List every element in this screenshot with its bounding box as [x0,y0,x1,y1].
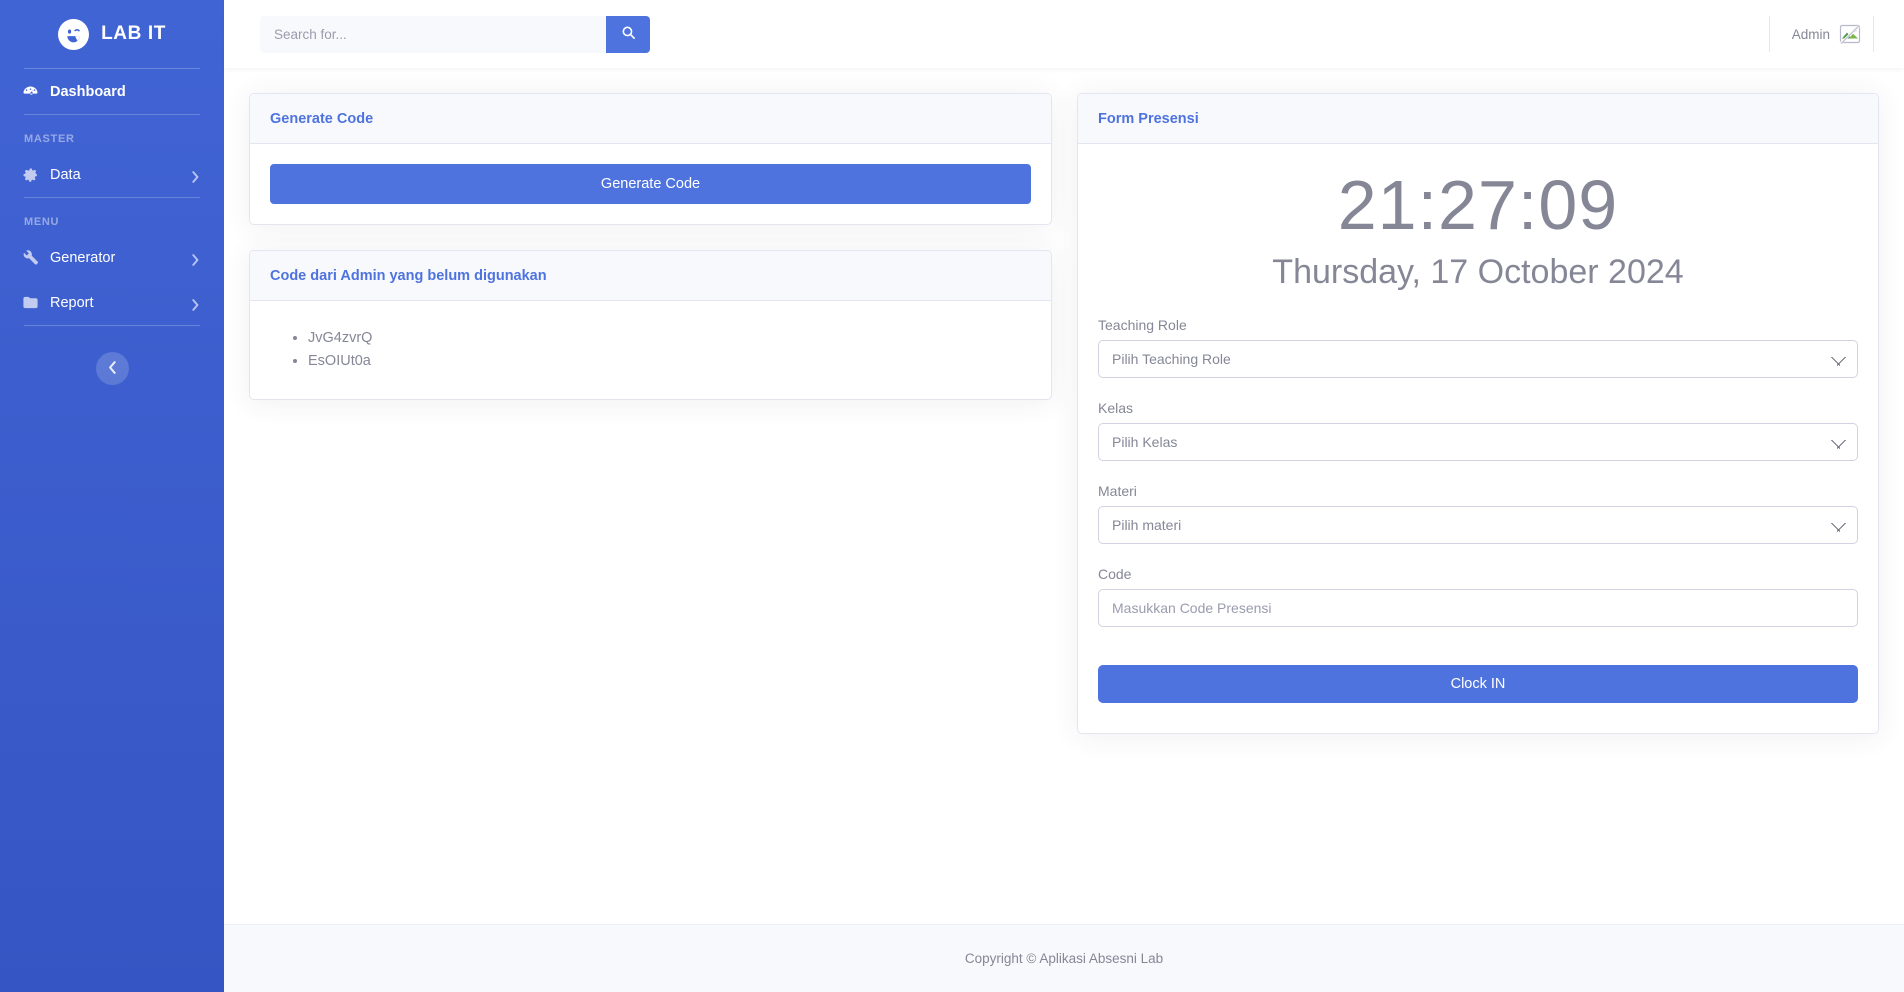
user-name: Admin [1791,26,1830,42]
card-header: Generate Code [250,94,1051,144]
sidebar-item-data[interactable]: Data [0,152,224,197]
chevron-right-icon [191,170,200,183]
search-input[interactable] [260,15,606,53]
teaching-role-label: Teaching Role [1098,316,1187,333]
unused-codes-card: Code dari Admin yang belum digunakan JvG… [249,250,1052,401]
card-header: Code dari Admin yang belum digunakan [250,251,1051,301]
clock-in-button[interactable]: Clock IN [1098,664,1858,703]
materi-group: Materi Pilih materi [1098,483,1858,544]
kelas-group: Kelas Pilih Kelas [1098,400,1858,461]
smiley-wink-icon [58,18,90,50]
copyright-text: Copyright © Aplikasi Absesni Lab [964,951,1164,966]
sidebar-item-label: Data [50,166,81,183]
gauge-icon [22,83,39,100]
search-icon [621,25,636,43]
sidebar-item-report[interactable]: Report [0,280,224,325]
sidebar-item-dashboard[interactable]: Dashboard [0,69,224,114]
search-button[interactable] [606,15,650,53]
sidebar-item-label: Report [50,294,94,311]
card-title: Form Presensi [1098,111,1199,127]
app-root: LAB IT Dashboard MASTER Data MENU Genera… [0,0,1904,992]
materi-select[interactable]: Pilih materi [1098,505,1858,544]
right-column: Form Presensi 21:27:09 Thursday, 17 Octo… [1077,93,1879,734]
kelas-select[interactable]: Pilih Kelas [1098,422,1858,461]
brand[interactable]: LAB IT [0,0,224,68]
code-group: Code [1098,566,1858,627]
sidebar-item-label: Dashboard [50,83,126,100]
sidebar-item-label: Generator [50,249,116,266]
search-bar [260,15,650,53]
form-presensi-card: Form Presensi 21:27:09 Thursday, 17 Octo… [1077,93,1879,734]
card-title: Generate Code [270,111,374,127]
topbar-separator-right [1873,16,1874,52]
content-wrapper: Admin [224,0,1904,992]
chevron-left-icon [108,360,117,377]
brand-text: LAB IT [101,23,166,44]
generate-code-card: Generate Code Generate Code [249,93,1052,225]
page-content: Generate Code Generate Code Code dari Ad… [224,68,1904,924]
footer: Copyright © Aplikasi Absesni Lab [224,924,1904,992]
card-body: 21:27:09 Thursday, 17 October 2024 Teach… [1078,144,1878,733]
clock-date: Thursday, 17 October 2024 [1272,253,1684,292]
sidebar-collapse-button[interactable] [95,352,129,385]
card-header: Form Presensi [1078,94,1878,144]
unused-code-list: JvG4zvrQ EsOIUt0a [270,321,1031,379]
topbar: Admin [224,0,1904,68]
left-column: Generate Code Generate Code Code dari Ad… [249,93,1052,401]
gear-icon [22,166,39,183]
chevron-right-icon [191,253,200,266]
generate-code-button[interactable]: Generate Code [270,164,1031,204]
sidebar-heading-master: MASTER [24,133,75,145]
code-label: Code [1098,565,1132,582]
chevron-right-icon [191,298,200,311]
wrench-icon [22,249,39,266]
card-body: Generate Code [250,144,1051,224]
list-item: EsOIUt0a [308,350,1031,373]
sidebar-heading-menu: MENU [24,216,60,228]
user-menu[interactable]: Admin [1792,24,1867,44]
code-input[interactable] [1098,588,1858,627]
sidebar-item-generator[interactable]: Generator [0,235,224,280]
card-title: Code dari Admin yang belum digunakan [270,268,547,284]
teaching-role-group: Teaching Role Pilih Teaching Role [1098,317,1858,378]
folder-icon [22,294,39,311]
list-item: JvG4zvrQ [308,327,1031,350]
materi-label: Materi [1098,482,1137,499]
clock-time: 21:27:09 [1337,166,1619,244]
topbar-right: Admin [1768,0,1874,68]
topbar-separator [1768,16,1770,52]
sidebar-toggle-container [0,326,224,385]
clockin-container: Clock IN [1098,664,1858,703]
teaching-role-select[interactable]: Pilih Teaching Role [1098,339,1858,378]
card-body: JvG4zvrQ EsOIUt0a [250,301,1051,399]
kelas-label: Kelas [1098,399,1134,416]
broken-image-icon [1839,24,1861,44]
sidebar: LAB IT Dashboard MASTER Data MENU Genera… [0,0,224,992]
